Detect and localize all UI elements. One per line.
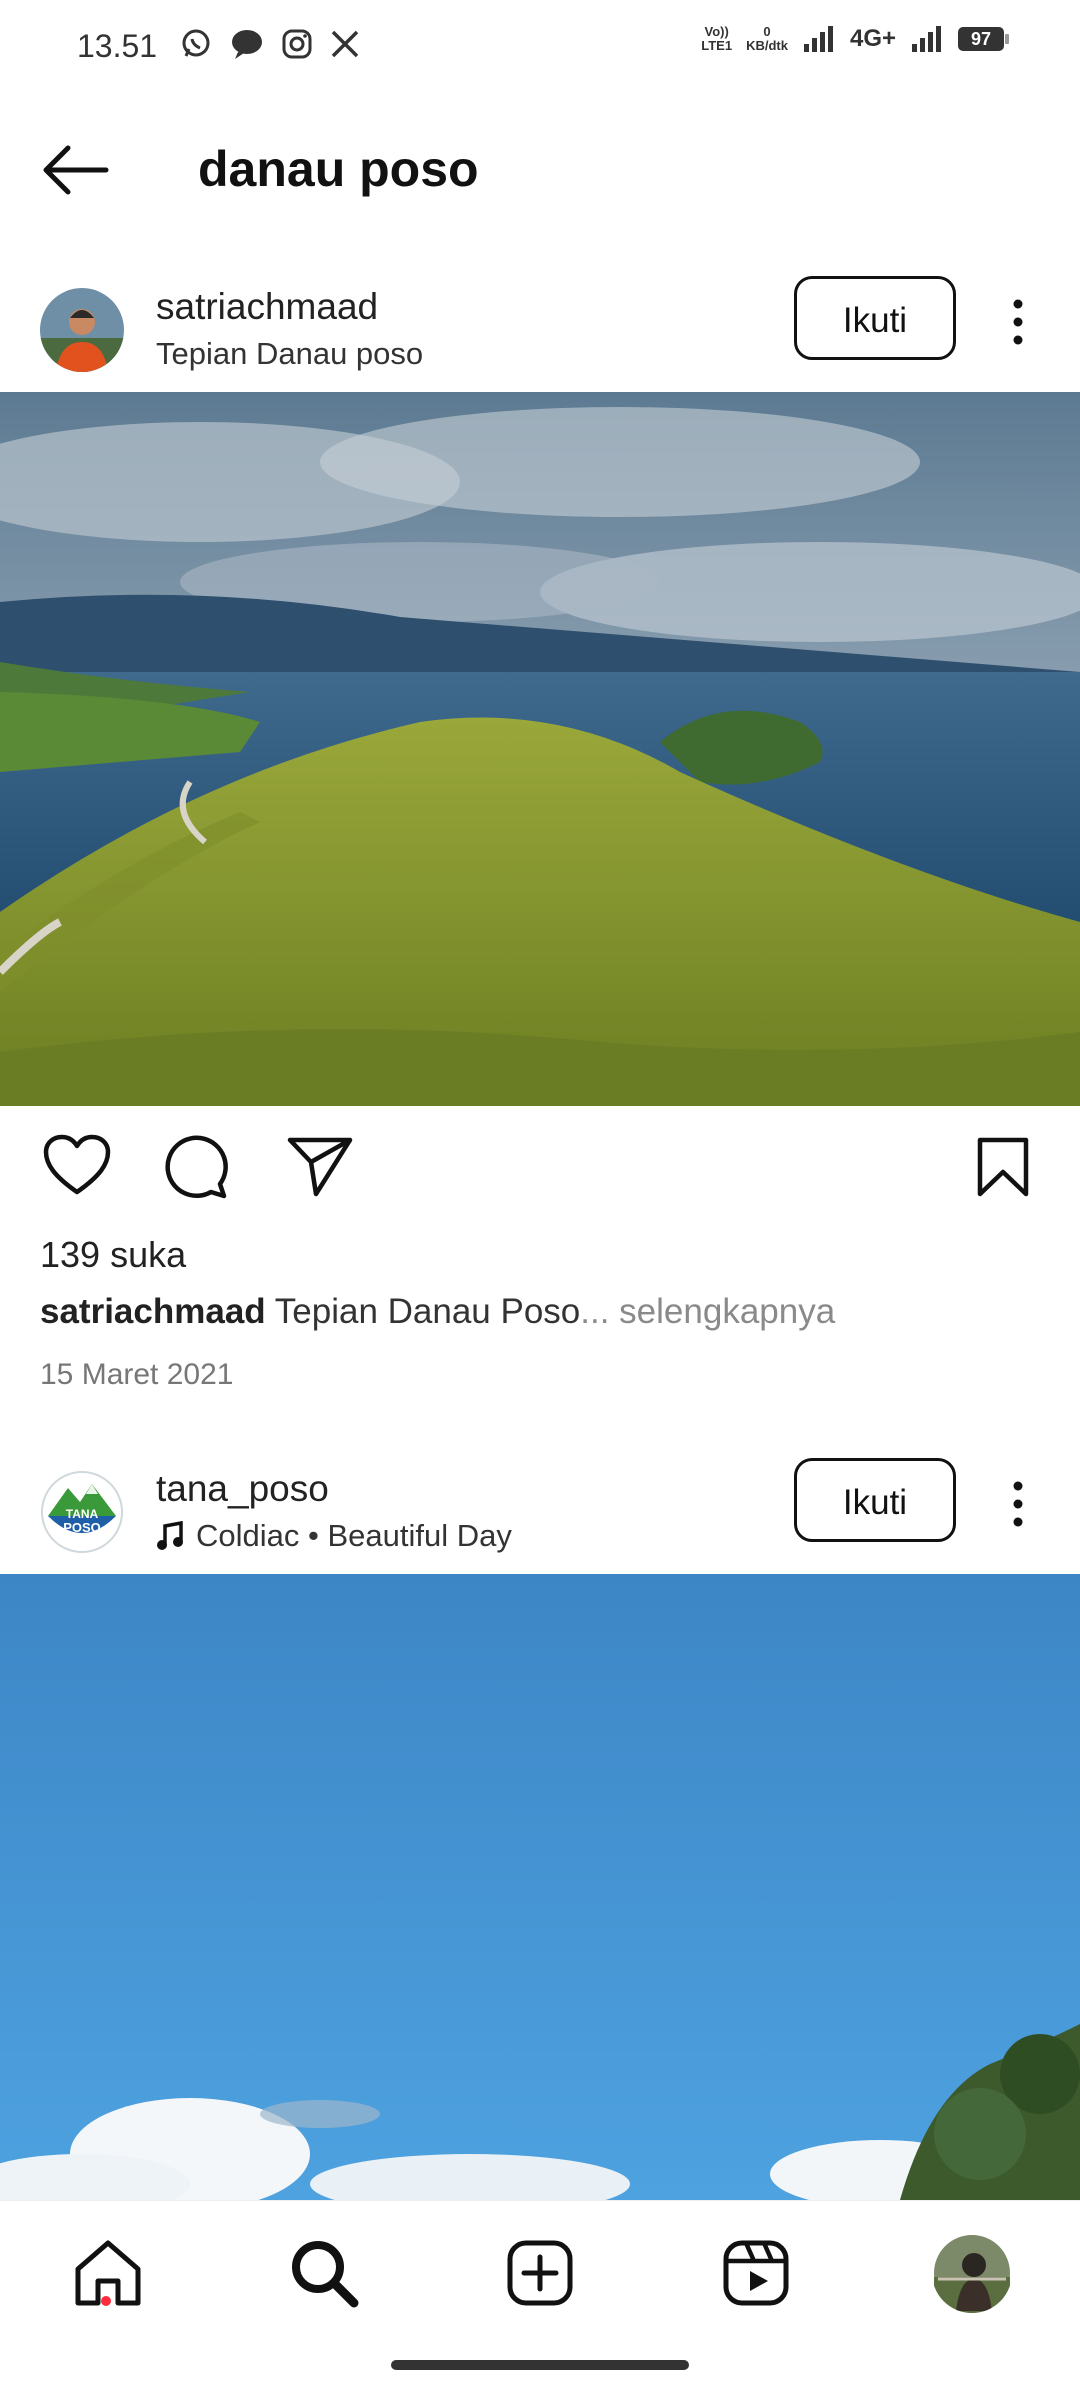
nav-profile[interactable]	[932, 2233, 1012, 2313]
network-type: 4G+	[849, 25, 896, 52]
send-icon	[287, 1137, 353, 1197]
location-label[interactable]: Tepian Danau poso	[156, 336, 423, 372]
network-speed: 0 KB/dtk	[746, 24, 788, 53]
status-time: 13.51	[77, 28, 158, 64]
nav-search[interactable]	[284, 2233, 364, 2313]
volte-indicator: Vo)) LTE1	[701, 24, 733, 53]
nav-create[interactable]	[500, 2233, 580, 2313]
back-arrow-icon	[43, 145, 109, 195]
whatsapp-icon	[182, 29, 210, 57]
username[interactable]: satriachmaad	[156, 286, 378, 328]
avatar[interactable]: TANA POSO	[40, 1470, 124, 1554]
instagram-icon	[282, 29, 312, 59]
music-note-icon	[157, 1521, 183, 1550]
page-title: danau poso	[198, 141, 479, 197]
avatar-text-poso: POSO	[63, 1520, 101, 1535]
avatar-text-tana: TANA	[66, 1507, 99, 1521]
see-more-link[interactable]: selengkapnya	[609, 1292, 835, 1331]
follow-button[interactable]: Ikuti	[794, 276, 956, 360]
nav-reels[interactable]	[716, 2233, 796, 2313]
search-icon	[292, 2241, 359, 2308]
likes-count[interactable]: 139 suka	[40, 1234, 186, 1276]
battery-icon: 97	[958, 27, 1009, 51]
more-options-button[interactable]	[1000, 1476, 1036, 1532]
notification-dot	[101, 2296, 111, 2306]
caption[interactable]: satriachmaad Tepian Danau Poso... seleng…	[40, 1292, 835, 1332]
more-options-button[interactable]	[1000, 294, 1036, 350]
heart-icon	[43, 1134, 111, 1195]
gesture-bar[interactable]	[391, 2360, 689, 2370]
bottom-navigation	[0, 2200, 1080, 2401]
back-button[interactable]	[40, 142, 112, 198]
signal-icon	[803, 26, 833, 52]
music-label[interactable]: Coldiac • Beautiful Day	[156, 1518, 512, 1554]
post-date: 15 Maret 2021	[40, 1358, 234, 1391]
create-icon	[507, 2240, 573, 2306]
status-bar: 13.51 Vo)) LTE1 0 KB/dtk 4G+ 97	[0, 0, 1080, 95]
avatar[interactable]	[40, 288, 124, 372]
more-vertical-icon	[1013, 1481, 1023, 1527]
save-button[interactable]	[976, 1136, 1030, 1198]
post-image[interactable]	[0, 1574, 1080, 2200]
system-icons: Vo)) LTE1 0 KB/dtk 4G+ 97	[701, 24, 1009, 54]
comment-button[interactable]	[164, 1134, 230, 1200]
caption-username[interactable]: satriachmaad	[40, 1292, 266, 1331]
reels-icon	[723, 2240, 789, 2306]
more-vertical-icon	[1013, 299, 1023, 345]
comment-icon	[165, 1135, 228, 1199]
caption-text: Tepian Danau Poso	[274, 1292, 581, 1331]
post-header: TANA POSO tana_poso Coldiac • Beautiful …	[0, 1458, 1080, 1570]
notification-icons	[180, 28, 360, 60]
top-bar: danau poso	[0, 110, 1080, 230]
message-icon	[232, 30, 262, 59]
username[interactable]: tana_poso	[156, 1468, 329, 1510]
post-header: satriachmaad Tepian Danau poso Ikuti	[0, 276, 1080, 388]
like-button[interactable]	[42, 1134, 112, 1198]
profile-avatar	[934, 2235, 1010, 2313]
signal-icon-2	[912, 26, 941, 52]
follow-button[interactable]: Ikuti	[794, 1458, 956, 1542]
x-icon	[331, 30, 359, 58]
post-image[interactable]	[0, 392, 1080, 1106]
bookmark-icon	[977, 1137, 1029, 1197]
share-button[interactable]	[286, 1136, 354, 1198]
caption-ellipsis: ...	[580, 1292, 610, 1331]
